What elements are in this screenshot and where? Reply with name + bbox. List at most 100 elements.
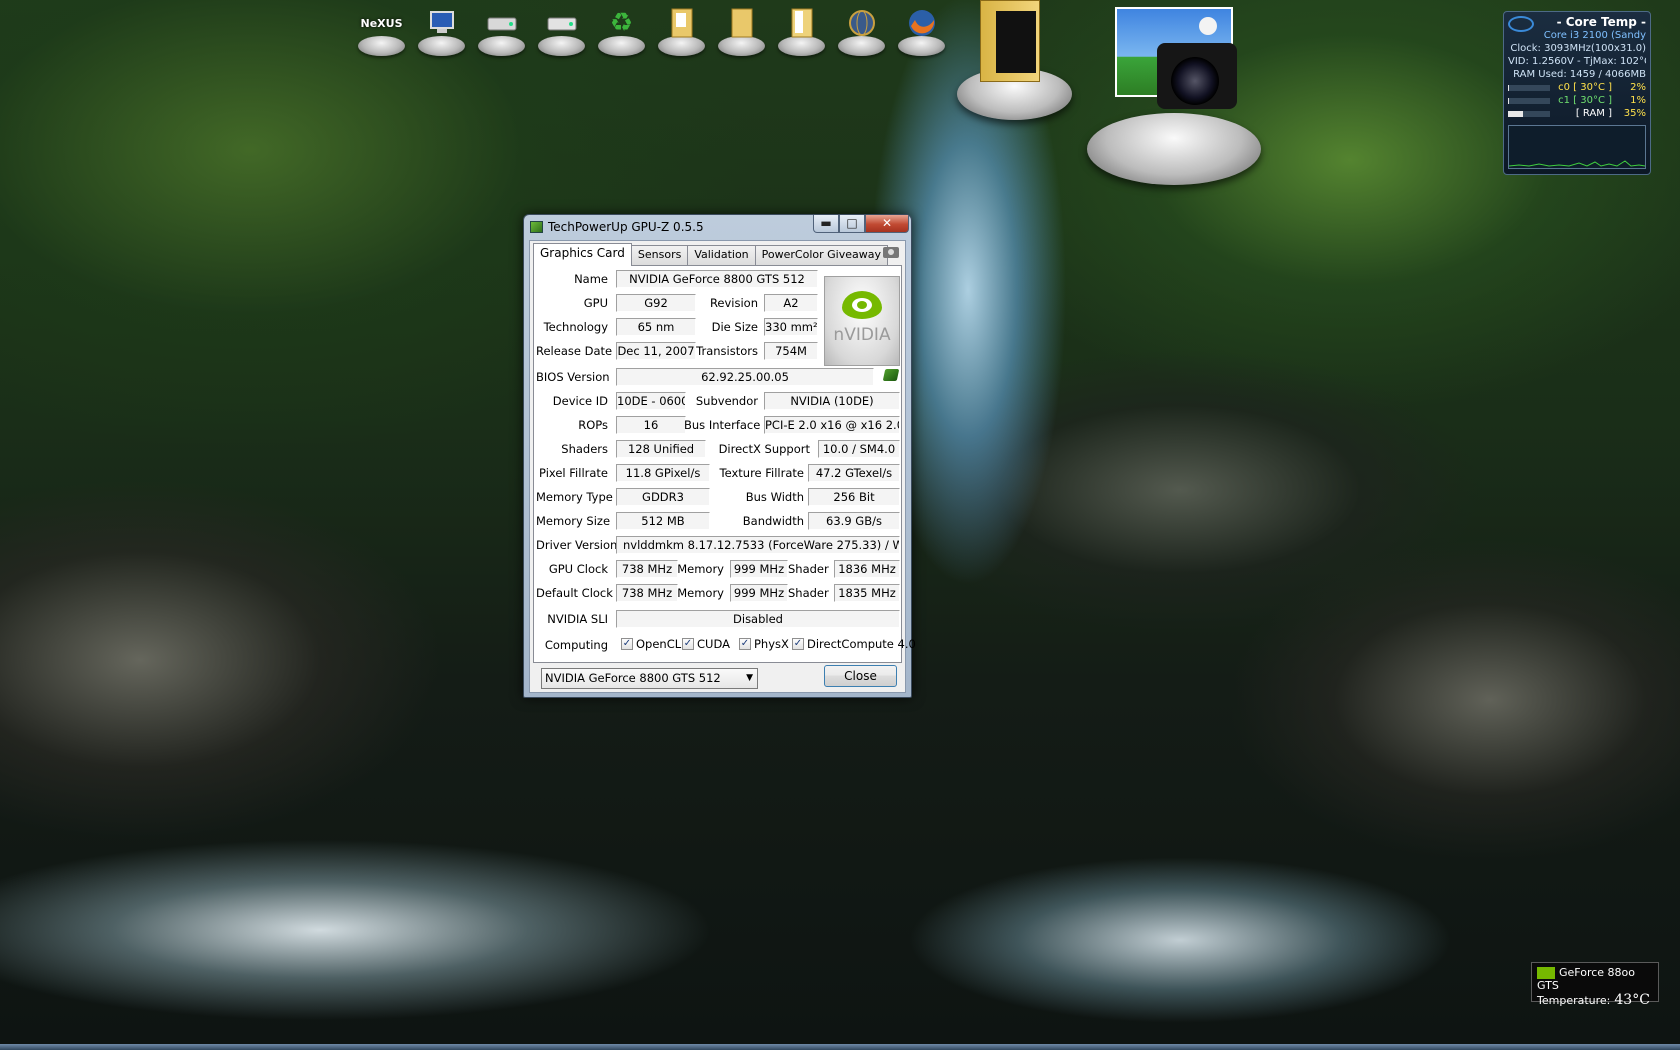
release-date-field[interactable]: Dec 11, 2007: [616, 342, 696, 360]
cpu-model: Core i3 2100 (Sandy: [1543, 30, 1646, 41]
opencl-checkbox[interactable]: ✓ OpenCL: [621, 637, 681, 651]
physx-checkbox[interactable]: ✓ PhysX: [739, 637, 789, 651]
drive-icon: [486, 8, 517, 38]
title-bar[interactable]: TechPowerUp GPU-Z 0.5.5 ▬ □ ✕: [524, 215, 911, 239]
close-window-button[interactable]: ✕: [865, 215, 909, 233]
core-1-label: c1 [ 30°C ]: [1558, 95, 1612, 106]
gpu-memory-field[interactable]: 999 MHz: [730, 560, 788, 578]
gpu-clock-field[interactable]: 738 MHz: [616, 560, 678, 578]
texture-fillrate-field[interactable]: 47.2 GTexel/s: [808, 464, 900, 482]
core-1-bar-fill: [1508, 98, 1509, 104]
tab-powercolor-giveaway[interactable]: PowerColor Giveaway: [754, 245, 888, 265]
device-id-field[interactable]: 10DE - 0600: [616, 392, 686, 410]
globe-dock-item[interactable]: [834, 4, 889, 56]
tab-validation[interactable]: Validation: [687, 245, 756, 265]
cpu-clock: Clock: 3093MHz(100x31.0): [1510, 43, 1646, 54]
gpu-clock-label: GPU Clock: [548, 562, 608, 576]
checkmark-icon: ✓: [621, 638, 633, 650]
memory-type-field[interactable]: GDDR3: [616, 488, 710, 506]
cuda-label: CUDA: [697, 637, 730, 651]
rops-field[interactable]: 16: [616, 416, 686, 434]
computing-label: Computing: [544, 638, 608, 652]
default-shader-field[interactable]: 1835 MHz: [834, 584, 900, 602]
drive-dock-item[interactable]: [534, 4, 589, 56]
default-clock-field[interactable]: 738 MHz: [616, 584, 678, 602]
gpu-temp-row: Temperature: 43°C: [1537, 992, 1653, 1008]
tab-sensors[interactable]: Sensors: [630, 245, 689, 265]
shaders-field[interactable]: 128 Unified: [616, 440, 706, 458]
desktop-dock: NeXUS ♻: [354, 4, 949, 56]
close-button[interactable]: Close: [824, 665, 897, 687]
default-memory-field[interactable]: 999 MHz: [730, 584, 788, 602]
drive-icon: [546, 8, 577, 38]
driver-version-label: Driver Version: [536, 538, 618, 552]
maximize-button[interactable]: □: [839, 215, 865, 233]
bus-interface-label: Bus Interface: [684, 418, 761, 432]
revision-field[interactable]: A2: [764, 294, 818, 312]
subvendor-field[interactable]: NVIDIA (10DE): [764, 392, 900, 410]
tab-bar: Graphics Card Sensors Validation PowerCo…: [533, 243, 888, 266]
gpu-field[interactable]: G92: [616, 294, 696, 312]
ram-bar-fill: [1508, 111, 1523, 117]
tab-graphics-card[interactable]: Graphics Card: [533, 243, 632, 266]
bandwidth-field[interactable]: 63.9 GB/s: [808, 512, 900, 530]
recycle-bin-dock-item[interactable]: ♻: [594, 4, 649, 56]
directx-support-label: DirectX Support: [718, 442, 810, 456]
bus-width-label: Bus Width: [745, 490, 804, 504]
gpu-temp-value: 43°C: [1614, 992, 1650, 1008]
taskbar: [0, 1044, 1680, 1050]
name-field[interactable]: NVIDIA GeForce 8800 GTS 512: [616, 270, 818, 288]
driver-version-field[interactable]: nvlddmkm 8.17.12.7533 (ForceWare 275.33)…: [616, 536, 900, 554]
core-0-pct: 2%: [1630, 82, 1646, 93]
save-bios-icon[interactable]: [882, 369, 900, 381]
folder-dock-item[interactable]: [774, 4, 829, 56]
nvidia-icon: [1537, 967, 1555, 979]
drive-dock-item[interactable]: [474, 4, 529, 56]
die-size-field[interactable]: 330 mm²: [764, 318, 818, 336]
cpu-vid: VID: 1.2560V - TjMax: 102°C: [1508, 56, 1646, 67]
pixel-fillrate-field[interactable]: 11.8 GPixel/s: [616, 464, 710, 482]
folder-dock-item[interactable]: [714, 4, 769, 56]
cuda-checkbox[interactable]: ✓ CUDA: [682, 637, 730, 651]
bios-version-field[interactable]: 62.92.25.00.05: [616, 368, 874, 386]
screenshot-camera-icon[interactable]: [883, 247, 899, 258]
dock-pedestal: [898, 36, 945, 56]
gpu-z-app-icon[interactable]: [530, 221, 543, 233]
dock-pedestal: [718, 36, 765, 56]
dock-pedestal: [418, 36, 465, 56]
directx-support-field[interactable]: 10.0 / SM4.0: [818, 440, 900, 458]
firefox-dock-item[interactable]: [894, 4, 949, 56]
window-controls: ▬ □ ✕: [813, 215, 909, 233]
nvidia-sli-field[interactable]: Disabled: [616, 610, 900, 628]
gpu-select-value: NVIDIA GeForce 8800 GTS 512: [545, 671, 721, 685]
directcompute-checkbox[interactable]: ✓ DirectCompute 4.0: [792, 637, 916, 651]
documents-big-dock-item[interactable]: [957, 0, 1072, 120]
die-size-label: Die Size: [711, 320, 758, 334]
bus-interface-field[interactable]: PCI-E 2.0 x16 @ x16 2.0: [764, 416, 900, 434]
dock-pedestal: [838, 36, 885, 56]
dock-pedestal: [598, 36, 645, 56]
minimize-button[interactable]: ▬: [813, 215, 839, 233]
memory-size-field[interactable]: 512 MB: [616, 512, 710, 530]
dock-pedestal: [538, 36, 585, 56]
dock-pedestal: [1087, 113, 1261, 185]
nexus-dock-item[interactable]: NeXUS: [354, 4, 409, 56]
bios-version-label: BIOS Version: [536, 370, 610, 384]
checkmark-icon: ✓: [792, 638, 804, 650]
bus-width-field[interactable]: 256 Bit: [808, 488, 900, 506]
technology-field[interactable]: 65 nm: [616, 318, 696, 336]
dock-pedestal: [358, 36, 405, 56]
pixel-fillrate-label: Pixel Fillrate: [539, 466, 608, 480]
gpu-select-dropdown[interactable]: NVIDIA GeForce 8800 GTS 512 ▼: [541, 668, 758, 689]
default-memory-label: Memory: [677, 586, 724, 600]
computer-dock-item[interactable]: [414, 4, 469, 56]
dock-pedestal: [778, 36, 825, 56]
cpu-usage-graph: [1508, 125, 1646, 169]
transistors-field[interactable]: 754M: [764, 342, 818, 360]
window-client-area: Graphics Card Sensors Validation PowerCo…: [529, 240, 916, 693]
ram-used: RAM Used: 1459 / 4066MB: [1513, 69, 1646, 80]
gpu-shader-field[interactable]: 1836 MHz: [834, 560, 900, 578]
photos-big-dock-item[interactable]: [1085, 7, 1263, 185]
core-1-row: c1 [ 30°C ] 1%: [1508, 95, 1646, 107]
documents-folder-dock-item[interactable]: [654, 4, 709, 56]
